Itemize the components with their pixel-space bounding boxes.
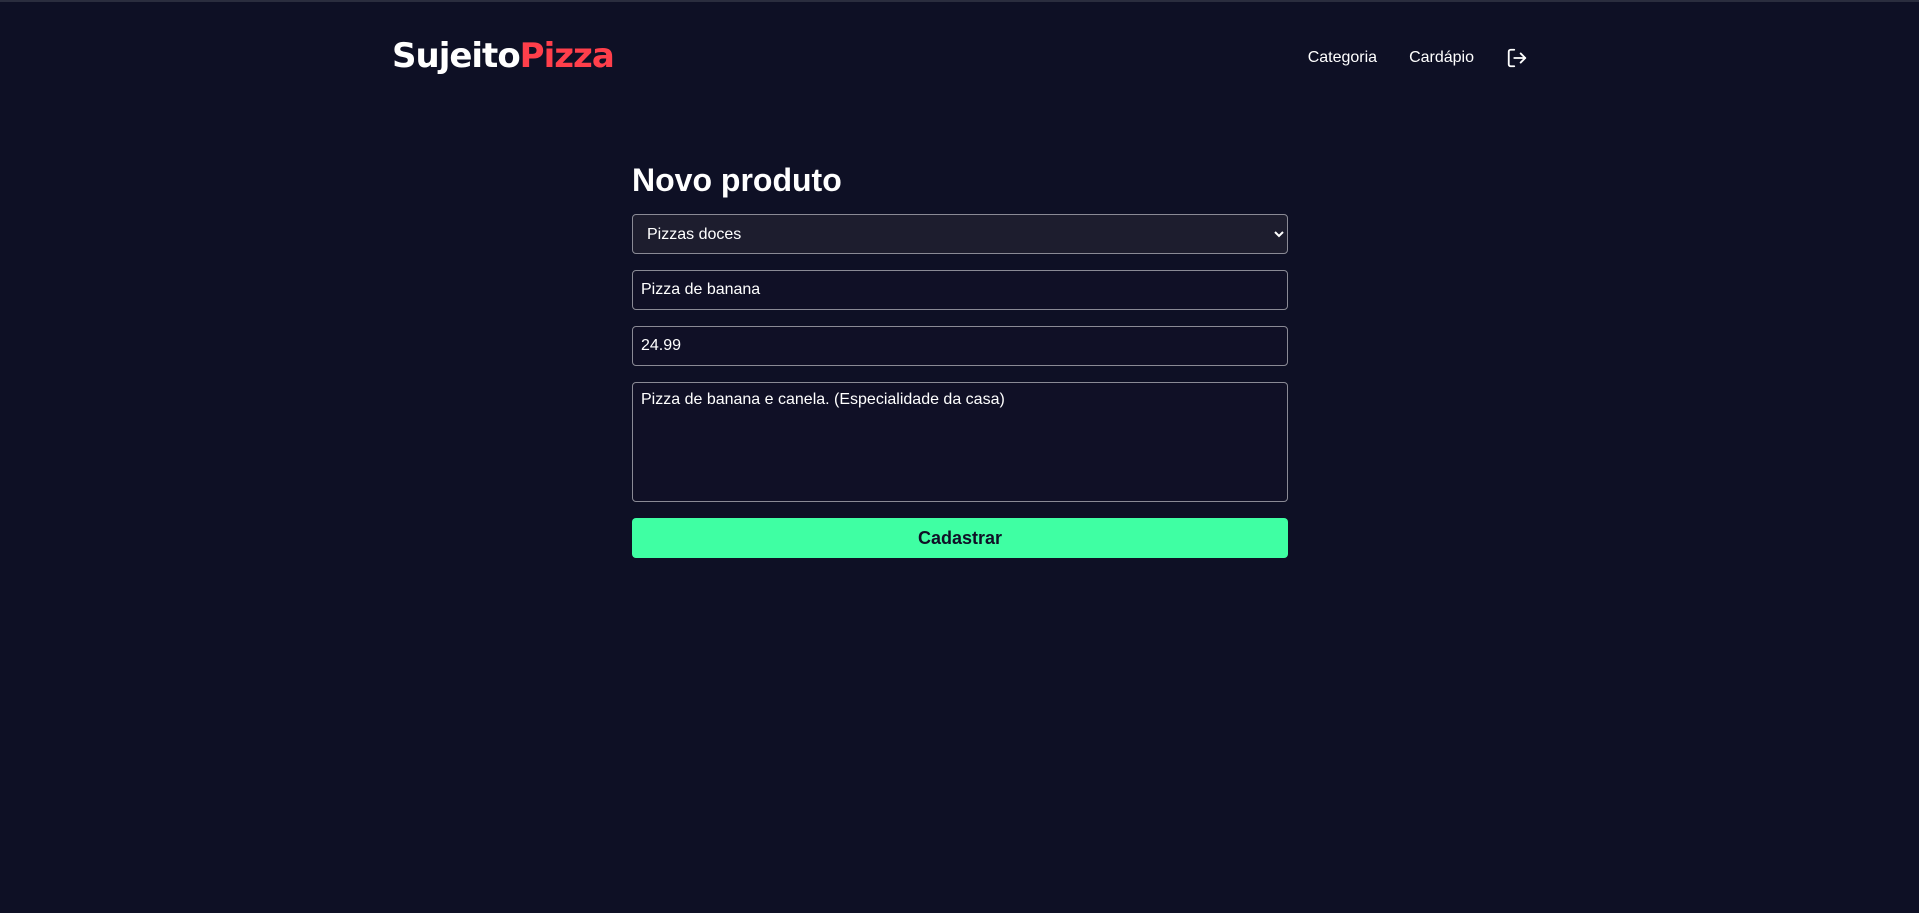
brand-logo-part1: Sujeito	[392, 36, 521, 76]
nav-link-cardapio[interactable]: Cardápio	[1409, 46, 1474, 70]
app-viewport: SujeitoPizza Categoria Cardápio Novo pro…	[0, 0, 1919, 913]
product-name-input[interactable]	[632, 270, 1288, 310]
logout-icon[interactable]	[1506, 47, 1528, 69]
brand-logo-part2: Pizza	[519, 36, 615, 76]
new-product-form: Pizzas doces Pizza de banana e canela. (…	[632, 214, 1288, 558]
main-content: Novo produto Pizzas doces Pizza de banan…	[632, 160, 1288, 558]
top-nav: Categoria Cardápio	[1276, 46, 1528, 70]
submit-button[interactable]: Cadastrar	[632, 518, 1288, 558]
product-description-textarea[interactable]: Pizza de banana e canela. (Especialidade…	[632, 382, 1288, 502]
nav-link-categoria[interactable]: Categoria	[1308, 46, 1377, 70]
product-price-input[interactable]	[632, 326, 1288, 366]
header: SujeitoPizza Categoria Cardápio	[392, 2, 1528, 112]
page-title: Novo produto	[632, 162, 842, 198]
brand-logo[interactable]: SujeitoPizza	[392, 36, 615, 76]
category-select[interactable]: Pizzas doces	[632, 214, 1288, 254]
